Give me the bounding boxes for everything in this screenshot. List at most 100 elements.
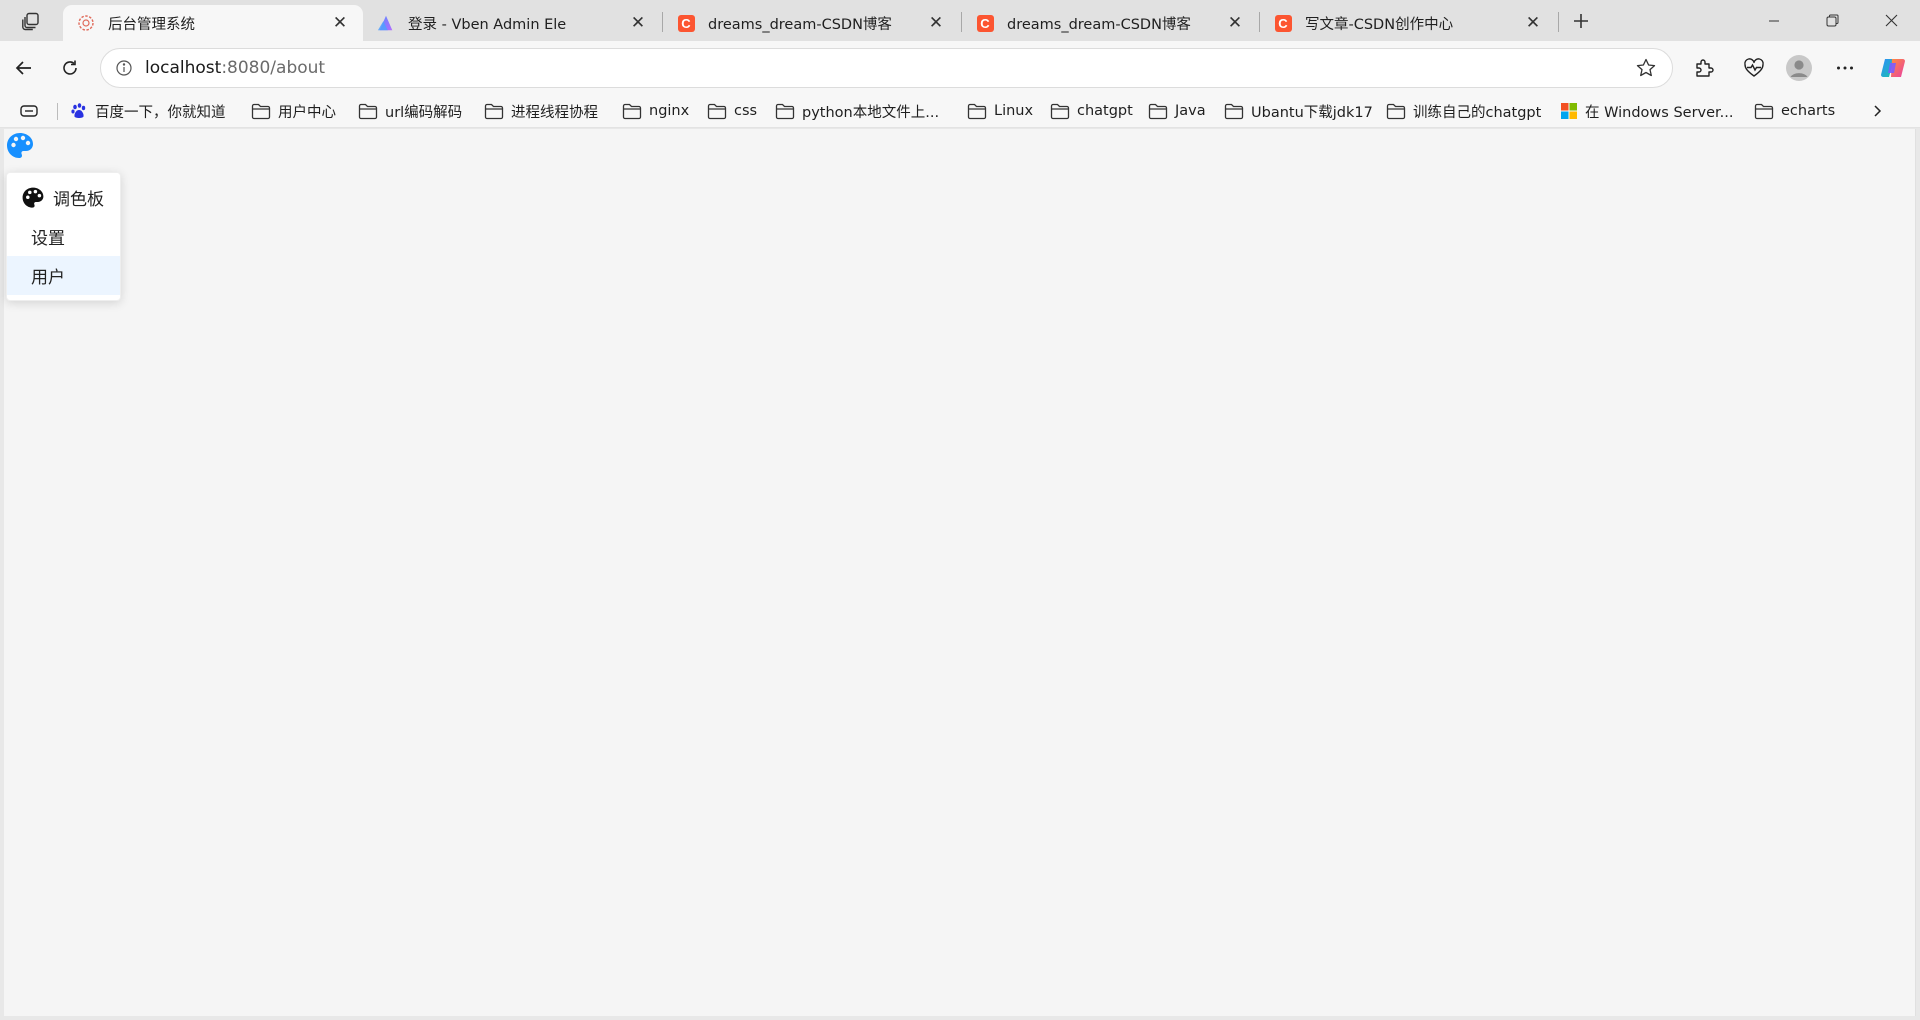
restore-button[interactable] bbox=[1803, 0, 1861, 41]
csdn-icon: C bbox=[677, 14, 695, 32]
chevron-right-icon bbox=[1874, 105, 1882, 117]
bookmark-baidu[interactable]: 百度一下，你就知道 bbox=[70, 94, 226, 128]
bookmark-folder[interactable]: css bbox=[707, 94, 757, 128]
plus-icon bbox=[1574, 14, 1588, 28]
browser-toolbar: localhost:8080/about bbox=[0, 41, 1920, 94]
url-host: localhost bbox=[145, 58, 222, 78]
bookmark-label: url编码解码 bbox=[385, 104, 463, 121]
minimize-button[interactable] bbox=[1745, 0, 1803, 41]
close-icon[interactable]: ✕ bbox=[327, 10, 353, 36]
bookmark-label: css bbox=[734, 103, 758, 119]
bookmark-folder[interactable]: 用户中心 bbox=[251, 94, 336, 128]
palette-icon bbox=[21, 186, 45, 210]
bookmark-folder[interactable]: Linux bbox=[967, 94, 1033, 128]
bookmark-label: Linux bbox=[994, 103, 1034, 119]
puzzle-icon bbox=[1696, 59, 1714, 77]
tab-vben-login[interactable]: 登录 - Vben Admin Ele ✕ bbox=[363, 5, 661, 41]
tab-title: 后台管理系统 bbox=[108, 16, 195, 33]
folder-icon bbox=[484, 103, 504, 119]
menu-item-user[interactable]: 用户 bbox=[7, 256, 120, 295]
bookmark-label: 进程线程协程 bbox=[511, 104, 598, 121]
menu-item-label: 调色板 bbox=[53, 190, 104, 210]
folder-icon bbox=[1386, 103, 1406, 119]
bookmark-folder[interactable]: url编码解码 bbox=[358, 94, 462, 128]
bookmark-folder[interactable]: Java bbox=[1148, 94, 1206, 128]
folder-icon bbox=[775, 103, 795, 119]
close-icon[interactable]: ✕ bbox=[923, 10, 949, 36]
menu-item-palette[interactable]: 调色板 bbox=[7, 178, 120, 217]
collections-icon bbox=[20, 105, 38, 117]
csdn-icon: C bbox=[976, 14, 994, 32]
tab-strip: 后台管理系统 ✕ 登录 - Vben Admin Ele ✕ C dreams_… bbox=[0, 0, 1920, 41]
folder-icon bbox=[358, 103, 378, 119]
more-bookmarks-button[interactable] bbox=[1862, 96, 1892, 126]
more-options-button[interactable] bbox=[1827, 50, 1863, 86]
new-tab-button[interactable] bbox=[1565, 6, 1597, 36]
menu-item-settings[interactable]: 设置 bbox=[7, 217, 120, 256]
page-content: 调色板 设置 用户 bbox=[4, 129, 1916, 1016]
bookmark-folder[interactable]: nginx bbox=[622, 94, 689, 128]
favorite-star-icon[interactable] bbox=[1630, 52, 1662, 84]
csdn-icon: C bbox=[1274, 14, 1292, 32]
bookmark-label: 在 Windows Server... bbox=[1585, 104, 1734, 121]
heart-pulse-icon bbox=[1744, 58, 1764, 77]
tab-admin-system[interactable]: 后台管理系统 ✕ bbox=[63, 5, 363, 41]
minimize-icon bbox=[1769, 20, 1779, 21]
bookmarks-bar: 百度一下，你就知道 用户中心 url编码解码 进程线程协程 nginx css … bbox=[0, 94, 1920, 128]
bookmark-folder[interactable]: 进程线程协程 bbox=[484, 94, 598, 128]
folder-icon bbox=[1148, 103, 1168, 119]
tab-csdn-blog-1[interactable]: C dreams_dream-CSDN博客 ✕ bbox=[663, 5, 959, 41]
copilot-button[interactable] bbox=[1875, 50, 1911, 86]
tab-csdn-blog-2[interactable]: C dreams_dream-CSDN博客 ✕ bbox=[962, 5, 1258, 41]
bookmark-folder[interactable]: Ubantu下载jdk17 bbox=[1224, 94, 1373, 128]
browser-essentials-button[interactable] bbox=[1736, 50, 1772, 86]
vben-logo-icon bbox=[377, 14, 395, 32]
bookmark-folder[interactable]: 训练自己的chatgpt bbox=[1386, 94, 1541, 128]
folder-icon bbox=[251, 103, 271, 119]
tab-title: 写文章-CSDN创作中心 bbox=[1305, 16, 1454, 33]
bookmark-label: python本地文件上... bbox=[802, 104, 940, 121]
close-icon[interactable]: ✕ bbox=[1520, 10, 1546, 36]
tab-csdn-write[interactable]: C 写文章-CSDN创作中心 ✕ bbox=[1260, 5, 1556, 41]
bookmark-folder[interactable]: chatgpt bbox=[1050, 94, 1133, 128]
bookmark-windows[interactable]: 在 Windows Server... bbox=[1560, 94, 1734, 128]
extensions-button[interactable] bbox=[1686, 50, 1722, 86]
palette-dropdown-trigger[interactable] bbox=[4, 130, 36, 162]
close-icon[interactable]: ✕ bbox=[625, 10, 651, 36]
avatar bbox=[1786, 55, 1812, 81]
bookmark-label: nginx bbox=[649, 103, 690, 119]
dropdown-menu: 调色板 设置 用户 bbox=[6, 172, 121, 301]
bookmark-label: 训练自己的chatgpt bbox=[1413, 104, 1542, 121]
bookmark-folder[interactable]: python本地文件上... bbox=[775, 94, 939, 128]
workspaces-icon bbox=[22, 12, 39, 31]
refresh-button[interactable] bbox=[52, 50, 88, 86]
menu-item-label: 用户 bbox=[31, 268, 65, 288]
close-icon[interactable]: ✕ bbox=[1222, 10, 1248, 36]
folder-icon bbox=[1050, 103, 1070, 119]
url-path: :8080/about bbox=[221, 58, 326, 78]
copilot-icon bbox=[1881, 59, 1905, 77]
workspaces-button[interactable] bbox=[12, 6, 50, 36]
palette-icon bbox=[7, 133, 33, 158]
windows-logo-icon bbox=[1561, 103, 1577, 119]
reading-view-button[interactable] bbox=[19, 94, 46, 128]
tab-title: 登录 - Vben Admin Ele bbox=[408, 16, 567, 33]
bookmark-label: Ubantu下载jdk17 bbox=[1251, 104, 1373, 121]
folder-icon bbox=[707, 103, 727, 119]
tab-separator bbox=[1558, 12, 1559, 32]
baidu-paw-icon bbox=[71, 103, 86, 118]
bookmark-folder[interactable]: echarts bbox=[1754, 94, 1835, 128]
tab-title: dreams_dream-CSDN博客 bbox=[708, 16, 892, 33]
site-info-icon[interactable] bbox=[107, 51, 141, 85]
close-window-button[interactable] bbox=[1862, 0, 1920, 41]
folder-icon bbox=[622, 103, 642, 119]
bookmark-label: 百度一下，你就知道 bbox=[95, 104, 226, 121]
folder-icon bbox=[1224, 103, 1244, 119]
back-button[interactable] bbox=[6, 50, 42, 86]
bookmark-label: 用户中心 bbox=[278, 104, 336, 121]
close-icon bbox=[1885, 14, 1897, 27]
address-bar[interactable]: localhost:8080/about bbox=[100, 48, 1673, 88]
profile-button[interactable] bbox=[1781, 50, 1817, 86]
address-url: localhost:8080/about bbox=[145, 58, 325, 78]
folder-icon bbox=[967, 103, 987, 119]
